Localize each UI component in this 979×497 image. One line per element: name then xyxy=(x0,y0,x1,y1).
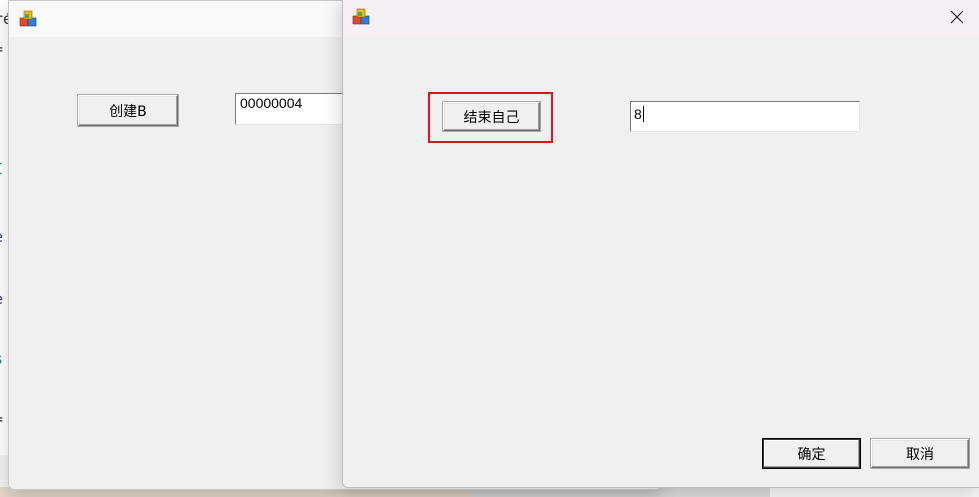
title-bar[interactable] xyxy=(343,0,979,36)
editor-glyph: e xyxy=(0,290,3,308)
end-self-button[interactable]: 结束自己 xyxy=(443,102,540,131)
editor-glyph: = xyxy=(0,40,3,58)
editor-glyph: = xyxy=(0,410,3,428)
editor-glyph: e xyxy=(0,228,3,246)
value-field[interactable]: 00000004 xyxy=(235,93,350,125)
editor-glyph: I xyxy=(0,160,3,178)
cancel-button[interactable]: 取消 xyxy=(871,439,969,468)
editor-glyph: s xyxy=(0,350,3,368)
number-input[interactable]: 8 xyxy=(630,101,860,132)
close-button[interactable] xyxy=(934,0,979,36)
close-icon xyxy=(950,9,964,28)
app-blocks-icon xyxy=(352,8,370,26)
dialog-window: 结束自己 8 确定 取消 xyxy=(342,0,979,488)
app-blocks-icon xyxy=(19,10,37,28)
create-b-button[interactable]: 创建B xyxy=(78,95,178,126)
number-input-value: 8 xyxy=(634,106,642,122)
text-caret xyxy=(642,106,644,122)
ok-button[interactable]: 确定 xyxy=(763,439,860,468)
